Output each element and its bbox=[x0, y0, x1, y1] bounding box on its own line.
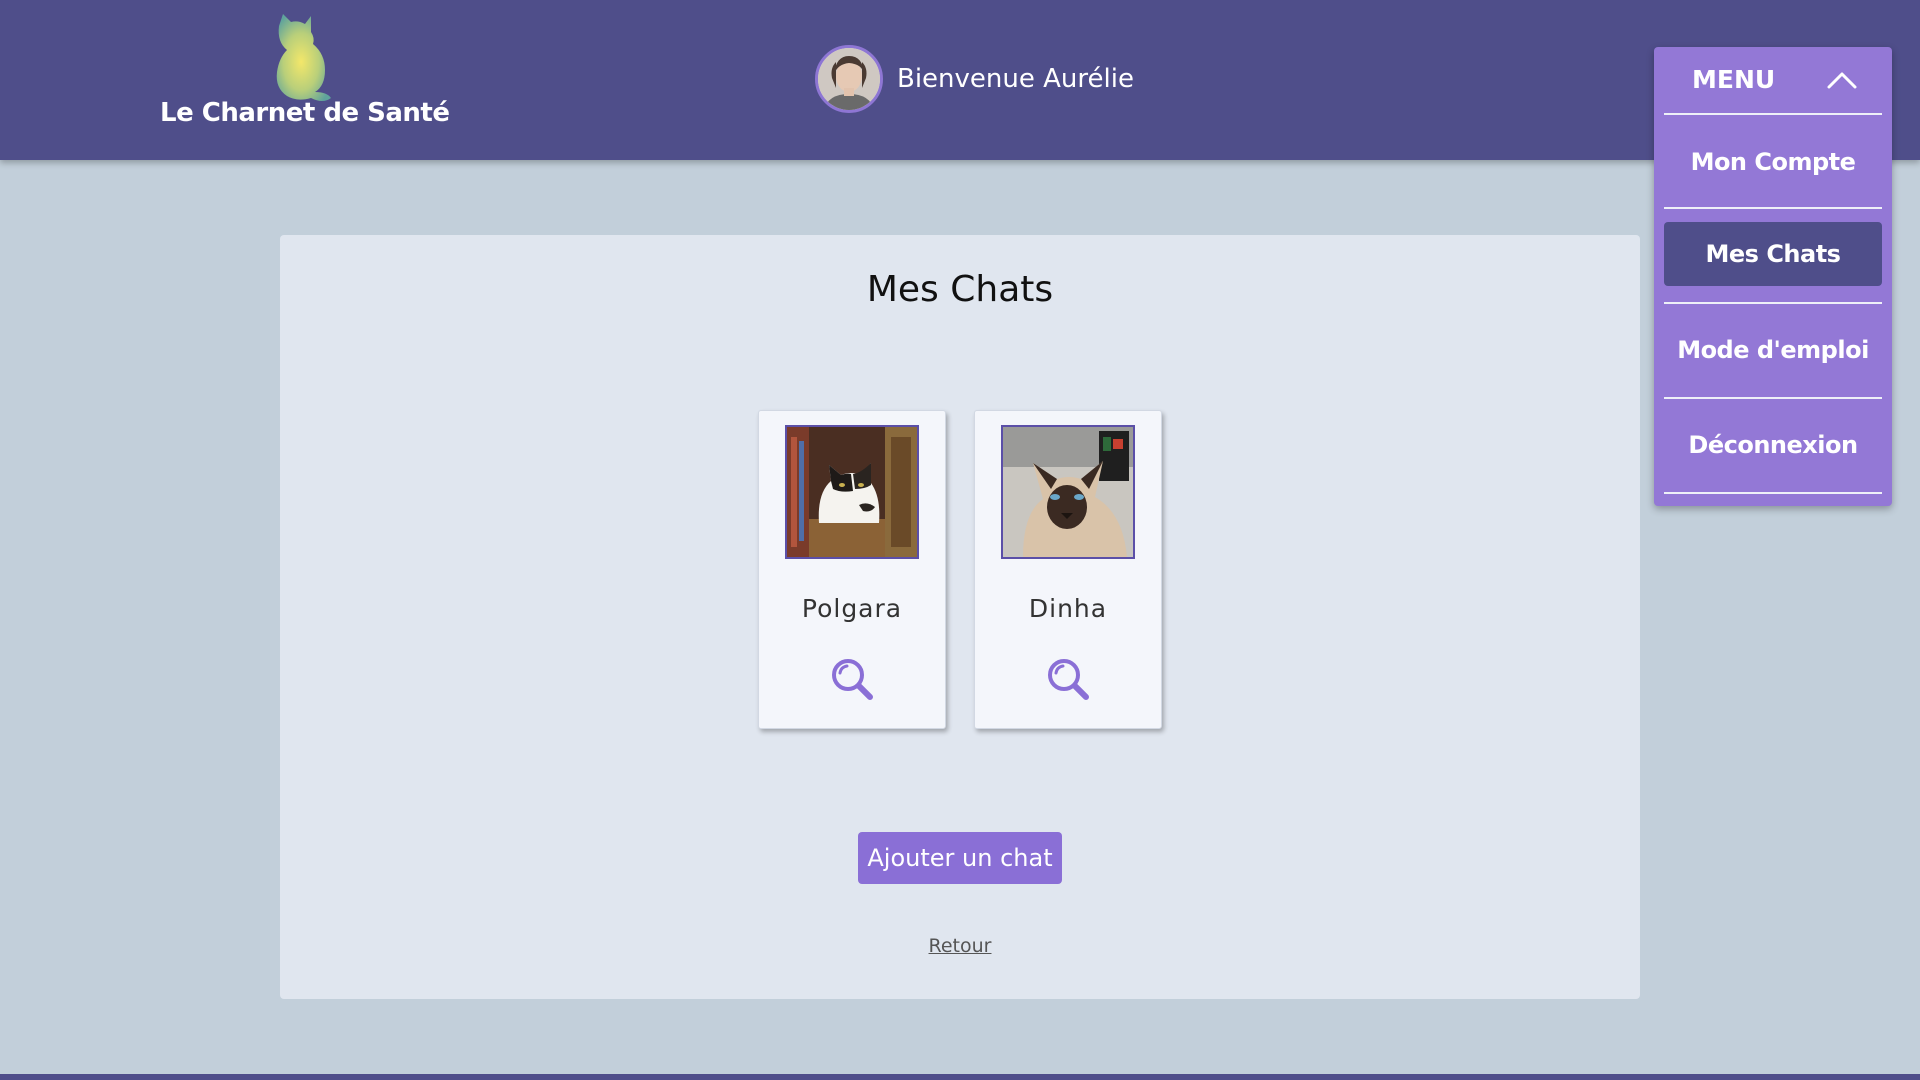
menu-divider bbox=[1664, 207, 1882, 209]
chevron-up-icon bbox=[1824, 65, 1860, 93]
menu-title: MENU bbox=[1692, 65, 1776, 94]
cat-photo bbox=[1001, 425, 1135, 559]
menu-item-mode-emploi[interactable]: Mode d'emploi bbox=[1664, 318, 1882, 382]
cat-logo-icon bbox=[265, 12, 335, 104]
magnifier-icon[interactable] bbox=[1045, 656, 1091, 702]
cat-card: Dinha bbox=[974, 410, 1162, 729]
page-title: Mes Chats bbox=[866, 269, 1054, 310]
menu-divider bbox=[1664, 492, 1882, 494]
welcome-block: Bienvenue Aurélie bbox=[815, 45, 1134, 113]
menu-toggle[interactable]: MENU bbox=[1654, 47, 1892, 113]
site-logo-text: Le Charnet de Santé bbox=[160, 98, 450, 128]
menu-divider bbox=[1664, 302, 1882, 304]
welcome-text: Bienvenue Aurélie bbox=[897, 64, 1134, 94]
add-cat-button[interactable]: Ajouter un chat bbox=[858, 832, 1062, 884]
top-header: Le Charnet de Santé Bienvenue Aurélie bbox=[0, 0, 1920, 160]
magnifier-icon[interactable] bbox=[829, 656, 875, 702]
main-panel: Mes Chats Polgara Dinha Ajouter un chat … bbox=[280, 235, 1640, 999]
dropdown-menu: MENU Mon Compte Mes Chats Mode d'emploi … bbox=[1654, 47, 1892, 506]
user-avatar[interactable] bbox=[815, 45, 883, 113]
menu-item-mes-chats[interactable]: Mes Chats bbox=[1664, 222, 1882, 286]
site-logo[interactable]: Le Charnet de Santé bbox=[160, 12, 450, 137]
menu-item-mon-compte[interactable]: Mon Compte bbox=[1664, 130, 1882, 194]
cat-name: Dinha bbox=[1028, 594, 1108, 623]
bottom-bar bbox=[0, 1074, 1920, 1080]
menu-item-deconnexion[interactable]: Déconnexion bbox=[1664, 413, 1882, 477]
cat-name: Polgara bbox=[801, 594, 903, 623]
cat-card: Polgara bbox=[758, 410, 946, 729]
cat-photo bbox=[785, 425, 919, 559]
menu-divider bbox=[1664, 113, 1882, 115]
back-link[interactable]: Retour bbox=[280, 935, 1640, 957]
menu-divider bbox=[1664, 397, 1882, 399]
